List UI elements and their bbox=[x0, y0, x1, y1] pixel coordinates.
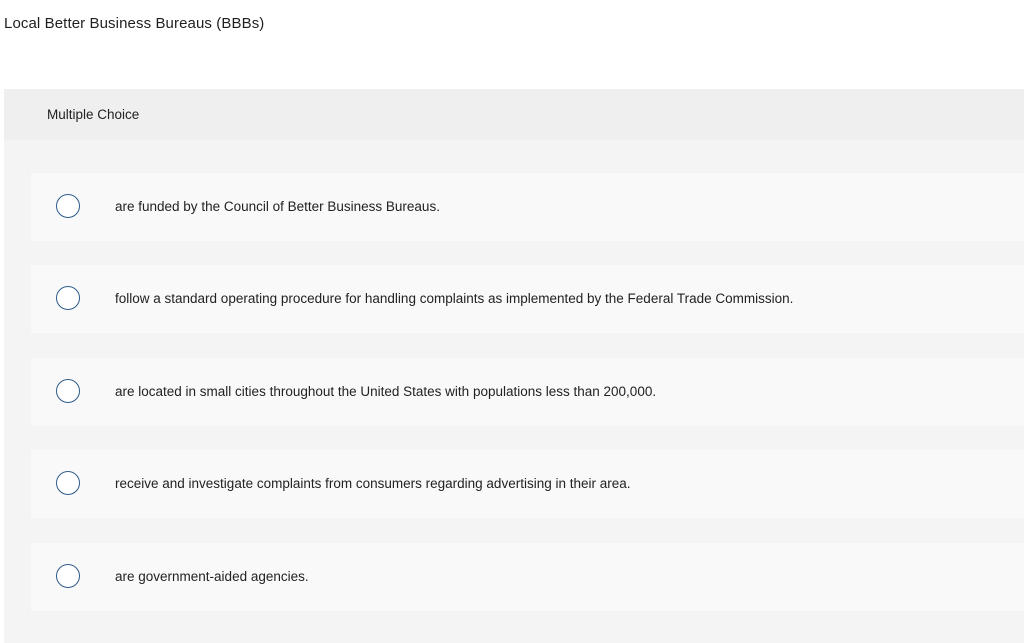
choice-option-5[interactable]: are government-aided agencies. bbox=[31, 543, 1024, 611]
choice-option-1[interactable]: are funded by the Council of Better Busi… bbox=[31, 173, 1024, 241]
radio-button-icon[interactable] bbox=[56, 471, 80, 495]
radio-button-icon[interactable] bbox=[56, 379, 80, 403]
choice-label: receive and investigate complaints from … bbox=[115, 476, 631, 491]
choice-label: follow a standard operating procedure fo… bbox=[115, 291, 794, 306]
choice-label: are located in small cities throughout t… bbox=[115, 384, 657, 399]
choice-option-2[interactable]: follow a standard operating procedure fo… bbox=[31, 265, 1024, 333]
question-text: Local Better Business Bureaus (BBBs) bbox=[4, 15, 265, 32]
choice-list: are funded by the Council of Better Busi… bbox=[4, 140, 1024, 643]
choice-label: are government-aided agencies. bbox=[115, 569, 309, 584]
radio-button-icon[interactable] bbox=[56, 286, 80, 310]
choice-option-3[interactable]: are located in small cities throughout t… bbox=[31, 358, 1024, 426]
choice-label: are funded by the Council of Better Busi… bbox=[115, 199, 440, 214]
radio-button-icon[interactable] bbox=[56, 564, 80, 588]
question-type-label: Multiple Choice bbox=[4, 89, 1024, 140]
choice-option-4[interactable]: receive and investigate complaints from … bbox=[31, 450, 1024, 518]
multiple-choice-panel: Multiple Choice are funded by the Counci… bbox=[4, 89, 1024, 643]
radio-button-icon[interactable] bbox=[56, 194, 80, 218]
